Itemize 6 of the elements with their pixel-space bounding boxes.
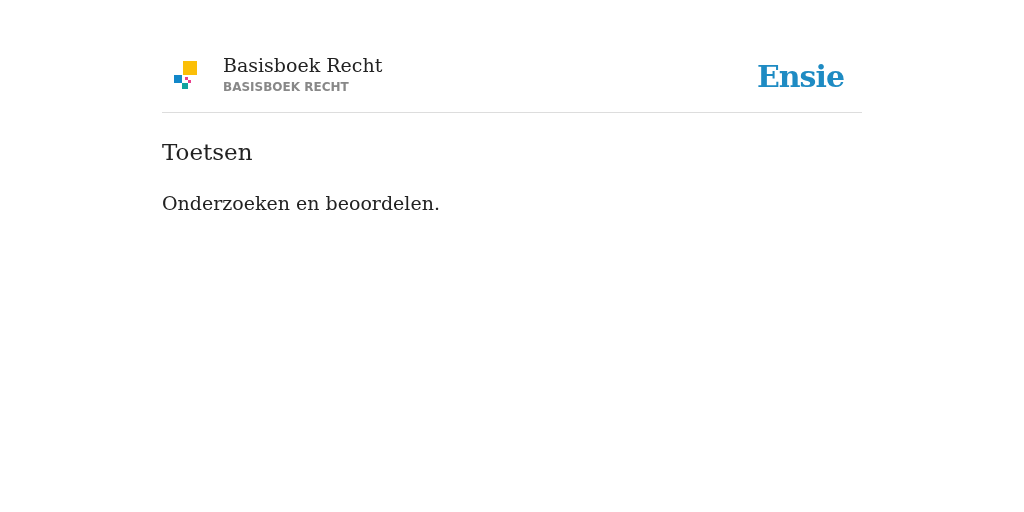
brand-logo[interactable]: Ensie — [756, 58, 844, 94]
squares-logo-icon — [174, 61, 197, 89]
page-heading: Toetsen — [162, 138, 254, 167]
definition-text: Onderzoeken en beoordelen. — [162, 191, 441, 216]
book-title: Basisboek Recht — [223, 53, 384, 78]
book-subtitle: BASISBOEK RECHT — [223, 80, 350, 94]
